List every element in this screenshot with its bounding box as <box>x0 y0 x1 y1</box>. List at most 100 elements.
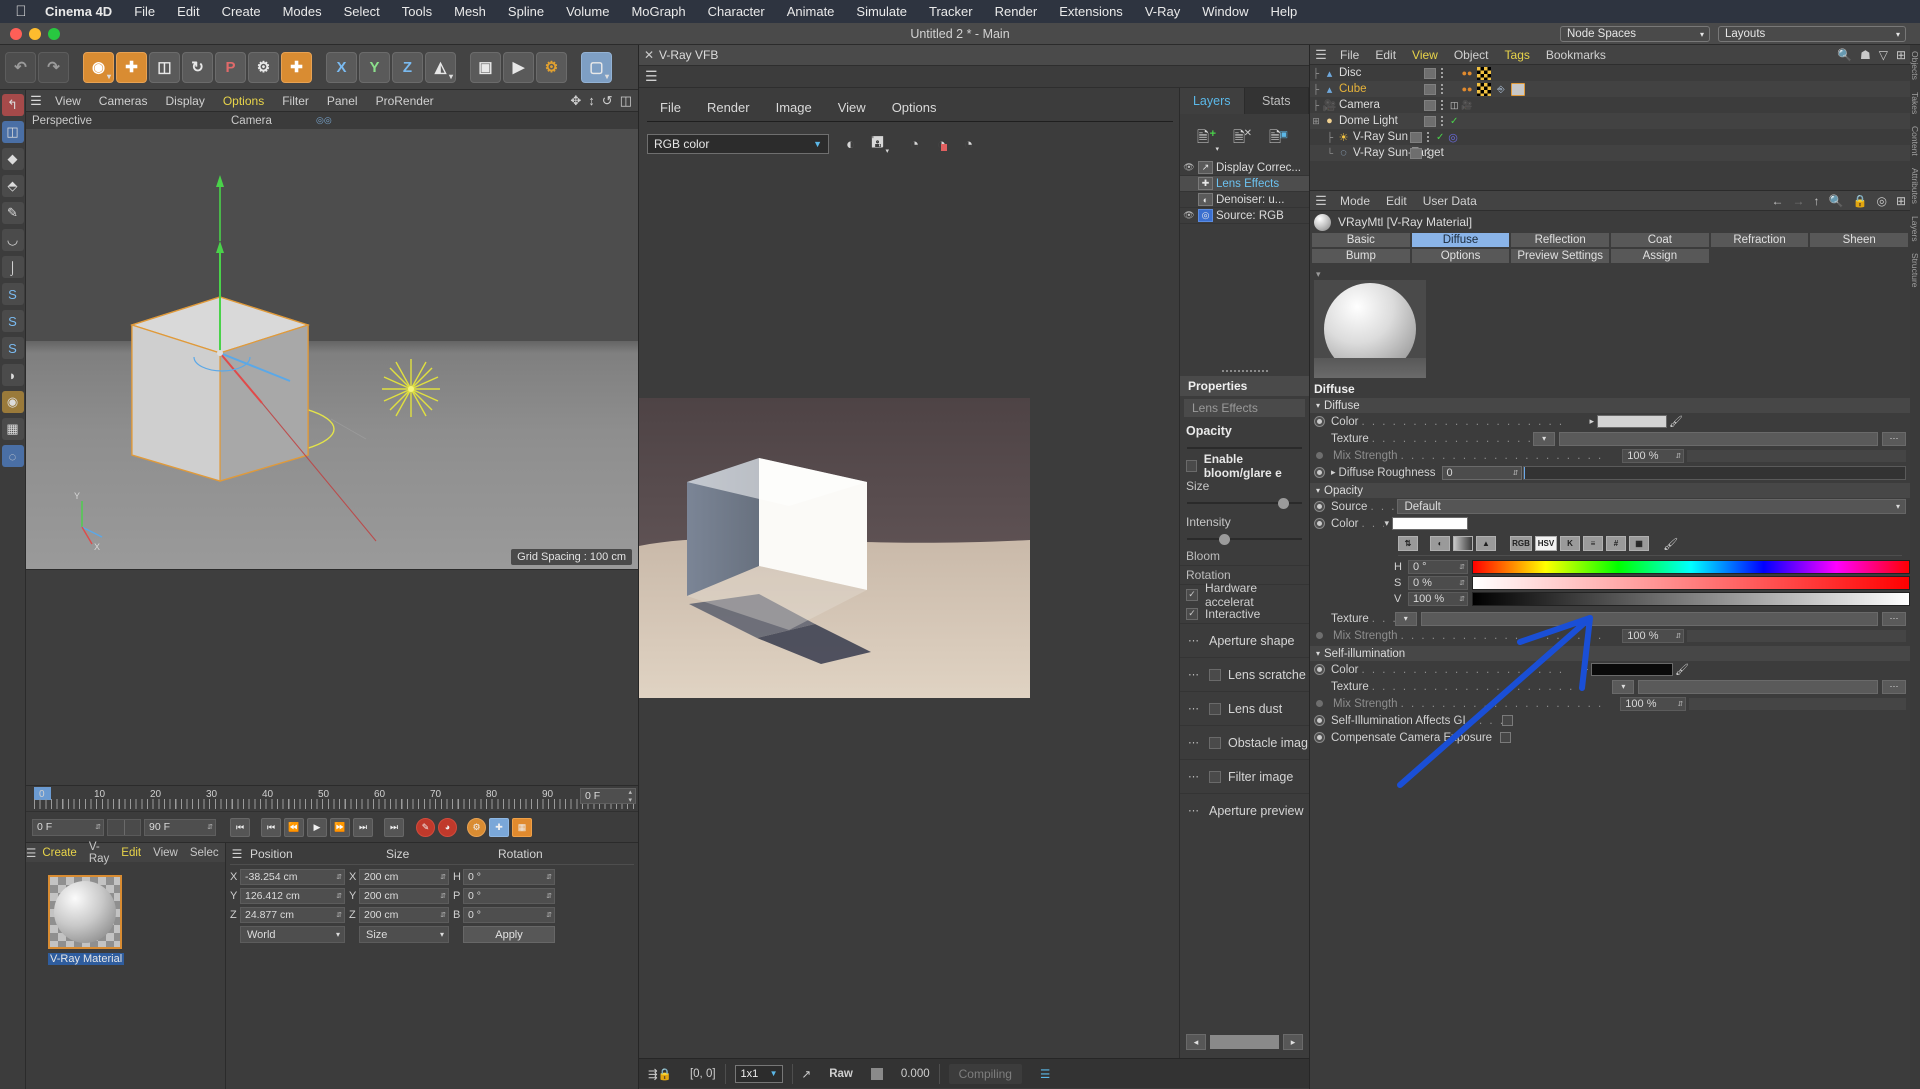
rotate-tool[interactable]: ↻ <box>182 52 213 83</box>
back-arrow-icon[interactable]: ← <box>1772 194 1784 208</box>
start-frame-field[interactable]: 0 F ⇵ <box>32 819 104 836</box>
chevron-right-icon[interactable]: ▸ <box>1283 1034 1303 1050</box>
opacity-mix-field[interactable]: 100 % ⇵ <box>1622 629 1684 643</box>
timeline-range-handles[interactable] <box>107 819 141 836</box>
go-to-end-button[interactable]: ⏭ <box>384 818 404 837</box>
pan-icon[interactable]: ✥ <box>570 93 581 109</box>
color-mode-mixer-button[interactable]: ≡ <box>1583 536 1603 551</box>
diffuse-roughness-field[interactable]: 0 ⇵ <box>1442 466 1522 480</box>
enabled-check-icon[interactable]: ✓ <box>1450 116 1458 127</box>
deformer2-tool[interactable]: ◗ <box>2 364 24 386</box>
diffuse-mix-field[interactable]: 100 % ⇵ <box>1622 449 1684 463</box>
menu-edit[interactable]: Edit <box>166 0 210 23</box>
size-z-field[interactable]: 200 cm ⇵ <box>359 907 449 923</box>
color-swap-button[interactable]: ⇅ <box>1398 536 1418 551</box>
menu-simulate[interactable]: Simulate <box>845 0 918 23</box>
animate-toggle[interactable] <box>1314 501 1325 512</box>
table-row[interactable]: └ ◌ V-Ray Sun-Target <box>1310 145 1910 161</box>
lens-dust-checkbox[interactable] <box>1209 703 1221 715</box>
stepper-icon[interactable]: ⇵ <box>95 823 101 831</box>
stepper-icon[interactable]: ⇵ <box>336 892 342 900</box>
viewport-menu-filter[interactable]: Filter <box>273 94 318 108</box>
size-y-field[interactable]: 200 cm ⇵ <box>359 888 449 904</box>
make-editable-tool[interactable]: ◫ <box>2 121 24 143</box>
environment-tool[interactable]: ◌ <box>2 445 24 467</box>
measure-tool[interactable]: ⌡ <box>2 256 24 278</box>
viewport-canvas[interactable]: Y X Grid Spacing : 100 cm <box>26 129 638 569</box>
tab-layers[interactable]: Layers <box>1180 88 1245 114</box>
render-region-icon[interactable]: ◔ <box>928 132 955 156</box>
tab-assign[interactable]: Assign <box>1611 249 1709 263</box>
menu-tools[interactable]: Tools <box>391 0 443 23</box>
om-menu-file[interactable]: File <box>1332 48 1367 62</box>
pos-z-field[interactable]: 24.877 cm ⇵ <box>240 907 345 923</box>
target-icon[interactable]: ◎ <box>1876 194 1886 208</box>
zoom-level-dropdown[interactable]: 1x1 ▼ <box>735 1065 783 1083</box>
tab-reflection[interactable]: Reflection <box>1511 233 1609 247</box>
saturation-slider[interactable] <box>1472 576 1910 590</box>
tab-coat[interactable]: Coat <box>1611 233 1709 247</box>
go-to-next-key-button[interactable]: ⏭ <box>353 818 373 837</box>
menu-help[interactable]: Help <box>1259 0 1308 23</box>
move-tool[interactable]: ✚ <box>116 52 147 83</box>
pos-x-field[interactable]: -38.254 cm ⇵ <box>240 869 345 885</box>
rot-b-field[interactable]: 0 ° ⇵ <box>463 907 555 923</box>
stepper-icon[interactable]: ⇵ <box>207 823 213 831</box>
menu-select[interactable]: Select <box>333 0 391 23</box>
material-swatch[interactable] <box>48 875 122 949</box>
scale-tool[interactable]: ◫ <box>149 52 180 83</box>
dock-tab-structure[interactable]: Structure <box>1910 247 1920 294</box>
z-axis-lock[interactable]: Z <box>392 52 423 83</box>
visibility-toggle[interactable] <box>1424 68 1436 79</box>
menu-file[interactable]: File <box>123 0 166 23</box>
eye-icon[interactable]: 👁 <box>1180 210 1198 221</box>
om-menu-view[interactable]: View <box>1404 48 1446 62</box>
diffuse-roughness-slider[interactable] <box>1523 466 1907 480</box>
color-mode-swatches-button[interactable]: ▦ <box>1629 536 1649 551</box>
stepper-icon[interactable]: ▴▾ <box>628 788 632 804</box>
tab-options[interactable]: Options <box>1412 249 1510 263</box>
simulation-tool[interactable]: S <box>2 310 24 332</box>
list-item[interactable]: 👁 ◎ Source: RGB <box>1180 208 1309 224</box>
current-frame-field[interactable]: 0 F ▴▾ <box>580 788 636 804</box>
texture-dropdown[interactable]: ▾ <box>1533 432 1555 446</box>
color-mode-k-button[interactable]: K <box>1560 536 1580 551</box>
stepper-icon[interactable]: ⇵ <box>1677 700 1683 708</box>
opacity-texture-browse-button[interactable]: ⋯ <box>1882 612 1906 626</box>
stepper-icon[interactable]: ⇵ <box>1459 579 1465 587</box>
material-name-label[interactable]: V-Ray Material <box>48 953 124 965</box>
pos-y-field[interactable]: 126.412 cm ⇵ <box>240 888 345 904</box>
apple-icon[interactable]:  <box>8 3 34 20</box>
size-slider[interactable] <box>1187 497 1302 509</box>
phong-tag[interactable]: ⎆ <box>1494 83 1508 96</box>
opacity-source-dropdown[interactable]: Default ▾ <box>1397 499 1906 514</box>
maximize-icon[interactable]: ◫ <box>620 93 632 109</box>
animate-toggle[interactable] <box>1314 664 1325 675</box>
eyedropper-icon[interactable]: 🖌 <box>1673 663 1691 676</box>
y-axis-lock[interactable]: Y <box>359 52 390 83</box>
hamburger-icon[interactable]: ☰ <box>226 847 248 861</box>
search-icon[interactable]: 🔍 <box>1829 194 1844 208</box>
diffuse-texture-browse-button[interactable]: ⋯ <box>1882 432 1906 446</box>
aperture-preview-section[interactable]: ⋯ Aperture preview <box>1180 793 1309 827</box>
viewport-menu-options[interactable]: Options <box>214 94 273 108</box>
filter-image-checkbox[interactable] <box>1209 771 1221 783</box>
matmenu-edit[interactable]: Edit <box>115 847 147 859</box>
eye-icon[interactable]: 👁 <box>1180 162 1198 173</box>
pixel-lock-icon[interactable]: ⇶🔒 <box>639 1059 681 1089</box>
tab-preview-settings[interactable]: Preview Settings <box>1511 249 1609 263</box>
animate-toggle[interactable] <box>1314 715 1325 726</box>
render-view-button[interactable]: ▣ <box>470 52 501 83</box>
vfb-menu-render[interactable]: Render <box>694 100 763 115</box>
expand-collapse-icon[interactable]: ⊞ <box>1310 116 1322 127</box>
menu-tracker[interactable]: Tracker <box>918 0 984 23</box>
hamburger-icon[interactable]: ☰ <box>639 66 1309 88</box>
menu-spline[interactable]: Spline <box>497 0 555 23</box>
dock-tab-content[interactable]: Content <box>1910 120 1920 162</box>
opacity-texture-dropdown[interactable]: ▾ <box>1395 612 1417 626</box>
psr-tool[interactable]: P <box>215 52 246 83</box>
menu-extensions[interactable]: Extensions <box>1048 0 1134 23</box>
checker-tag[interactable] <box>1477 83 1491 96</box>
channel-select-dropdown[interactable]: RGB color ▼ <box>647 134 829 154</box>
go-to-start-button[interactable]: ⏮ <box>230 818 250 837</box>
